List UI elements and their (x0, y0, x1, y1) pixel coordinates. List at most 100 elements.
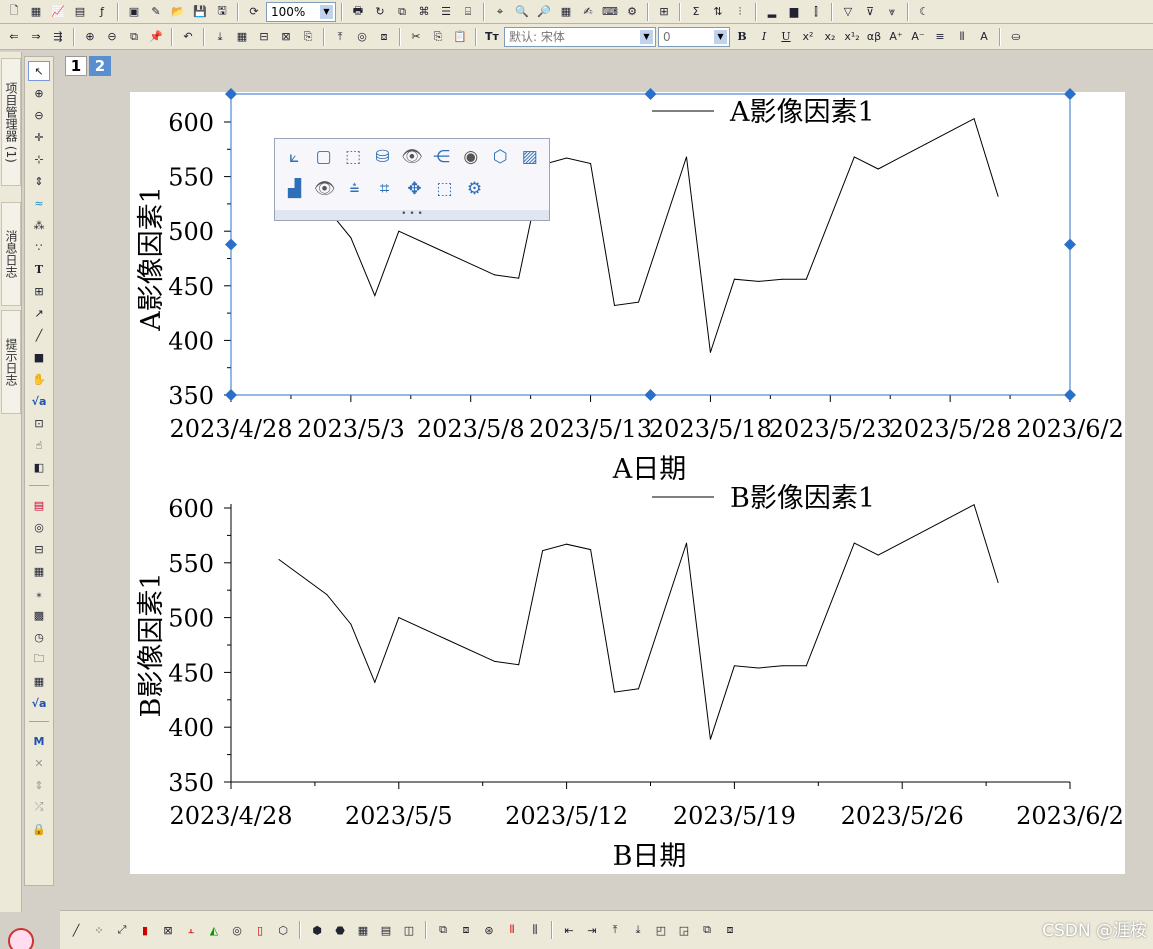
y-ticks: 350 400 450 500 550 600 (168, 109, 231, 410)
resize-handle[interactable] (1064, 238, 1076, 251)
data-point (757, 667, 759, 669)
data-point (638, 688, 640, 690)
send-back-icon[interactable]: ◲ (674, 920, 694, 940)
scatter-plot-icon[interactable]: ⁘ (89, 920, 109, 940)
y-tick-label: 450 (168, 659, 214, 687)
x-tick-label: 2023/5/3 (297, 415, 405, 443)
data-point (326, 594, 328, 596)
resize-handle[interactable] (225, 389, 237, 401)
move-icon[interactable]: ✥ (401, 175, 428, 203)
link-icon[interactable]: ⋲ (428, 143, 454, 171)
wireframe-icon[interactable]: ⬣ (330, 920, 350, 940)
x-ticks: 2023/4/28 2023/5/3 2023/5/8 2023/5/132023/5… (169, 395, 1124, 443)
align-right-icon[interactable]: ⇥ (582, 920, 602, 940)
box-plot-icon[interactable]: ▯ (250, 920, 270, 940)
status-orb-icon[interactable] (8, 928, 34, 949)
y-tick-label: 500 (168, 605, 214, 633)
frame-icon[interactable]: ▢ (310, 143, 336, 171)
resize-handle[interactable] (1064, 389, 1076, 401)
column-plot-icon[interactable]: ▮ (135, 920, 155, 940)
template-icon[interactable]: ▤ (376, 920, 396, 940)
gear-icon[interactable]: ⚙ (461, 175, 488, 203)
surface-plot-icon[interactable]: ⬢ (307, 920, 327, 940)
y-axis-title[interactable]: B影像因素1 (136, 572, 167, 717)
show-hide-icon[interactable]: 👁 (399, 143, 425, 171)
series-line[interactable] (278, 503, 999, 740)
fill-bucket-icon[interactable]: ⛁ (369, 143, 395, 171)
bar-pattern-icon[interactable]: ⦀ (502, 920, 522, 940)
3d-plot-icon[interactable]: ⬡ (273, 920, 293, 940)
data-point (518, 277, 520, 279)
image-icon[interactable]: ▨ (517, 143, 543, 171)
pattern-icon[interactable]: ⊛ (479, 920, 499, 940)
chart-b[interactable]: 350400450500550600 2023/4/28 2023/5/5 2023… (136, 483, 1124, 872)
data-point (278, 559, 280, 561)
line-symbol-plot-icon[interactable]: ⤢ (112, 920, 132, 940)
align-top-icon[interactable]: ⤒ (605, 920, 625, 940)
y-axis-title[interactable]: A影像因素1 (136, 186, 167, 332)
watermark: CSDN @涯桉 (1042, 921, 1147, 941)
data-point (853, 156, 855, 158)
data-point (446, 252, 448, 254)
group-icon[interactable]: ⧉ (697, 920, 717, 940)
charts-svg: 350400450500550600 2023/4/28 2023/5/3 2023… (136, 88, 1124, 872)
drag-grip-icon[interactable]: • • • (275, 210, 549, 220)
axis-icon[interactable]: ⟀ (281, 143, 307, 171)
mini-toolbar: ⟀ ▢ ⬚ ⛁ 👁 ⋲ ◉ ⬡ ▨ ▟ 👁 ⩮ ⌗ ✥ ⬚ ⚙ • • • (274, 138, 550, 221)
data-point (805, 665, 807, 667)
x-axis-title[interactable]: A日期 (612, 454, 687, 485)
plot-visibility-icon[interactable]: 👁 (311, 175, 338, 203)
toolbar-separator (551, 921, 553, 939)
resize-frame-icon[interactable]: ⌗ (371, 175, 398, 203)
data-point (805, 278, 807, 280)
area-plot-icon[interactable]: ◭ (204, 920, 224, 940)
line-plot-icon[interactable]: ╱ (66, 920, 86, 940)
data-point (638, 301, 640, 303)
data-point (685, 156, 687, 158)
ungroup-icon[interactable]: ⧈ (720, 920, 740, 940)
data-point (733, 665, 735, 667)
multi-panel-icon[interactable]: ⧈ (456, 920, 476, 940)
x-ticks: 2023/4/28 2023/5/5 2023/5/12 2023/5/19 2023/… (169, 782, 1124, 830)
data-point (781, 278, 783, 280)
data-point (877, 554, 879, 556)
x-tick-label: 2023/5/13 (529, 415, 652, 443)
resize-handle[interactable] (644, 389, 657, 401)
legend-label[interactable]: B影像因素1 (730, 483, 875, 514)
3d-cube-icon[interactable]: ⬡ (487, 143, 513, 171)
data-point (542, 550, 544, 552)
align-bottom-icon[interactable]: ⤓ (628, 920, 648, 940)
toolbar-separator (425, 921, 427, 939)
data-point (614, 304, 616, 306)
contour-plot-icon[interactable]: ⊠ (158, 920, 178, 940)
heatmap-icon[interactable]: ▦ (353, 920, 373, 940)
data-point (973, 504, 975, 506)
statistics-plot-icon[interactable]: ⧉ (433, 920, 453, 940)
legend-label[interactable]: A影像因素1 (729, 97, 875, 128)
add-plot-icon[interactable]: ▟ (281, 175, 308, 203)
polar-plot-icon[interactable]: ◎ (227, 920, 247, 940)
resize-handle[interactable] (1064, 88, 1076, 100)
select-area-icon[interactable]: ⬚ (431, 175, 458, 203)
toolbar-separator (299, 921, 301, 939)
resize-handle[interactable] (225, 88, 237, 100)
rescale-icon[interactable]: ⩮ (341, 175, 368, 203)
x-tick-label: 2023/5/8 (417, 415, 525, 443)
y-ticks: 350 400 450 500 550 600 (168, 495, 231, 797)
x-tick-label: 2023/6/2 (1016, 802, 1124, 830)
bottom-plot-toolbar: ╱ ⁘ ⤢ ▮ ⊠ ⫠ ◭ ◎ ▯ ⬡ ⬢ ⬣ ▦ ▤ ◫ ⧉ ⧈ ⊛ ⦀ ⫼ … (60, 910, 1153, 949)
resize-handle[interactable] (644, 88, 657, 100)
layout-icon[interactable]: ◫ (399, 920, 419, 940)
x-axis-title[interactable]: B日期 (613, 841, 687, 872)
resize-handle[interactable] (225, 238, 237, 251)
align-left-icon[interactable]: ⇤ (559, 920, 579, 940)
bring-front-icon[interactable]: ◰ (651, 920, 671, 940)
stack-icon[interactable]: ⫼ (525, 920, 545, 940)
y-tick-label: 550 (168, 164, 214, 192)
layer-area-icon[interactable]: ⬚ (340, 143, 366, 171)
selection-handles[interactable] (225, 88, 1076, 401)
x-tick-label: 2023/5/19 (673, 802, 796, 830)
error-bar-icon[interactable]: ⫠ (181, 920, 201, 940)
visibility-check-icon[interactable]: ◉ (458, 143, 484, 171)
y-tick-label: 350 (168, 769, 214, 797)
